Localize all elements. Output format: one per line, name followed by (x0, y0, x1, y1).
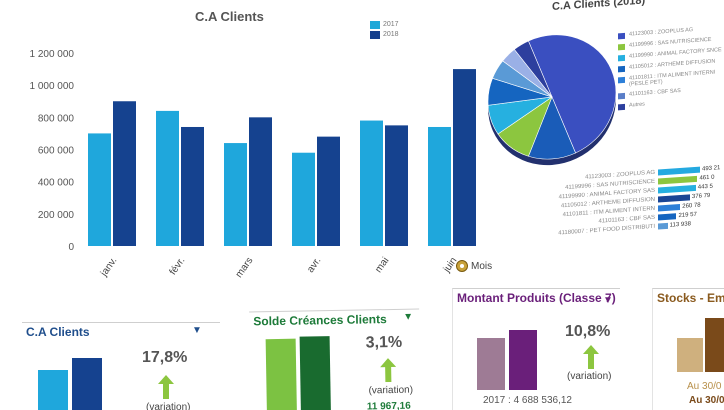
hbar (658, 203, 681, 212)
hbar-value: 461 0 (699, 174, 715, 182)
card-title: C.A Clients (26, 325, 90, 339)
bar-2017-mars[interactable] (224, 143, 247, 246)
legend-swatch (370, 31, 380, 39)
legend-swatch (618, 76, 625, 84)
variation-percent: 17,8% (142, 349, 188, 366)
hbar-value: 260 78 (682, 202, 701, 210)
bar-2018-avr.[interactable] (317, 136, 340, 246)
hbar-value: 493 21 (702, 164, 721, 172)
hbar-value: 376 79 (691, 192, 711, 200)
bar-2018-juin[interactable] (453, 69, 476, 246)
variation-label: (variation) (368, 384, 414, 397)
y-tick-label: 600 000 (38, 146, 75, 157)
bar-2017-avr.[interactable] (292, 152, 315, 246)
bar-2018-mai[interactable] (385, 125, 408, 246)
pie-legend: 41123003 : ZOOPLUS AG 41199996 : SAS NUT… (618, 25, 724, 115)
kpi-bar-2018 (72, 358, 102, 410)
kpi-bar-2017 (477, 338, 505, 390)
dropdown-arrow-icon[interactable]: ▼ (192, 325, 202, 336)
x-tick-label: févr. (168, 255, 188, 277)
variation-percent: 10,8% (565, 323, 611, 340)
bar-2018-févr.[interactable] (181, 126, 204, 246)
dropdown-arrow-icon[interactable]: ▼ (603, 295, 613, 306)
legend-label: 41101163 : CBF SAS (629, 87, 681, 98)
card-footer-2: Au 30/0 (689, 395, 724, 406)
dropdown-arrow-icon[interactable]: ▼ (403, 312, 413, 323)
legend-label: Autres (629, 101, 645, 109)
x-tick-label: janv. (98, 255, 119, 279)
pie-chart-title: C.A Clients (2018) (552, 0, 646, 13)
main-chart-legend: 2017 2018 (370, 20, 399, 40)
legend-swatch (618, 65, 625, 73)
y-tick-label: 1 200 000 (30, 49, 75, 60)
bar-2017-janv.[interactable] (88, 133, 111, 246)
legend-swatch (370, 21, 380, 29)
pie-panel: C.A Clients (2018) 41123003 : ZOOPLUS AG… (480, 0, 724, 290)
kpi-bar-2018 (299, 336, 331, 410)
top-clients-bars: 41123003 : ZOOPLUS AG 493 21 41199996 : S… (530, 163, 724, 240)
card-title: Solde Créances Clients (253, 312, 387, 329)
legend-swatch (618, 43, 625, 51)
legend-swatch (618, 32, 625, 40)
legend-label: 41101811 : ITM ALIMENT INTERNI (PESLE PE… (629, 69, 716, 88)
kpi-card-solde-creances[interactable]: Solde Créances Clients ▼ 3,1% (variation… (249, 308, 421, 410)
legend-label: 41199996 : SAS NUTRISCIENCE (629, 36, 712, 49)
bar-2017-juin[interactable] (428, 126, 451, 246)
legend-label: 41123003 : ZOOPLUS AG (629, 27, 694, 38)
up-arrow-icon (158, 375, 174, 399)
kpi-bar-curr (705, 318, 724, 372)
bar-2017-févr.[interactable] (156, 110, 179, 247)
legend-swatch (618, 103, 625, 111)
ca-clients-bar-chart: C.A Clients 0 200 000 400 000 600 000 800 00… (30, 9, 476, 280)
y-axis: 0 200 000 400 000 600 000 800 000 1 000 000 1 … (30, 49, 75, 253)
y-tick-label: 200 000 (38, 210, 75, 221)
x-tick-label: mars (234, 255, 256, 280)
kpi-card-montant-produits[interactable]: Montant Produits (Classe 7) ▼ 10,8% (var… (452, 288, 620, 410)
main-chart-title: C.A Clients (195, 9, 264, 24)
variation-label: (variation) (567, 371, 612, 382)
calendar-selector-icon[interactable] (456, 260, 468, 272)
legend-label: 41105012 : ARTHEME DIFFUSION (629, 58, 716, 71)
card-footer-1: Au 30/0 (687, 381, 722, 392)
legend-swatch (618, 54, 625, 62)
y-tick-label: 0 (68, 242, 74, 253)
y-tick-label: 1 000 000 (30, 81, 75, 92)
bar-2018-janv.[interactable] (113, 101, 136, 246)
hbar-value: 219 57 (678, 211, 697, 219)
y-tick-label: 800 000 (38, 113, 75, 124)
bars (88, 69, 476, 247)
card-title: Stocks - Emb (657, 291, 724, 305)
kpi-card-ca-clients[interactable]: C.A Clients ▼ 17,8% (variation) (22, 322, 220, 410)
hbar (658, 212, 677, 221)
variation-percent: 3,1% (365, 333, 403, 352)
legend-item-2017[interactable]: 2017 (370, 20, 399, 30)
x-axis: janv. févr. mars avr. mai juin (98, 255, 459, 280)
hbar-value: 443 5 (697, 183, 713, 191)
pie-chart (487, 34, 617, 166)
card-title: Montant Produits (Classe 7) (457, 291, 616, 305)
hbar (658, 222, 668, 230)
up-arrow-icon (583, 345, 599, 369)
card-footer-value: 2017 : 4 688 536,12 (483, 395, 572, 406)
y-tick-label: 400 000 (38, 178, 75, 189)
x-tick-label: avr. (305, 255, 323, 275)
kpi-bar-prev (677, 338, 703, 372)
legend-label: 2017 (383, 21, 399, 28)
legend-label: 2018 (383, 31, 399, 38)
kpi-bar-2017 (38, 370, 68, 410)
card-footer-value: 11 967,16 (366, 400, 411, 410)
kpi-card-stocks[interactable]: Stocks - Emb Au 30/0 Au 30/0 (652, 288, 724, 410)
legend-item-2018[interactable]: 2018 (370, 30, 399, 40)
kpi-bar-2017 (265, 338, 297, 410)
legend-label: 41199990 : ANIMAL FACTORY SNCE (629, 47, 722, 60)
bar-2017-mai[interactable] (360, 120, 383, 246)
up-arrow-icon (380, 358, 397, 383)
kpi-bar-2018 (509, 330, 537, 390)
variation-label: (variation) (146, 402, 191, 410)
bar-2018-mars[interactable] (249, 117, 272, 246)
legend-swatch (618, 92, 625, 100)
hbar-value: 113 938 (669, 220, 691, 229)
x-tick-label: mai (373, 255, 391, 275)
